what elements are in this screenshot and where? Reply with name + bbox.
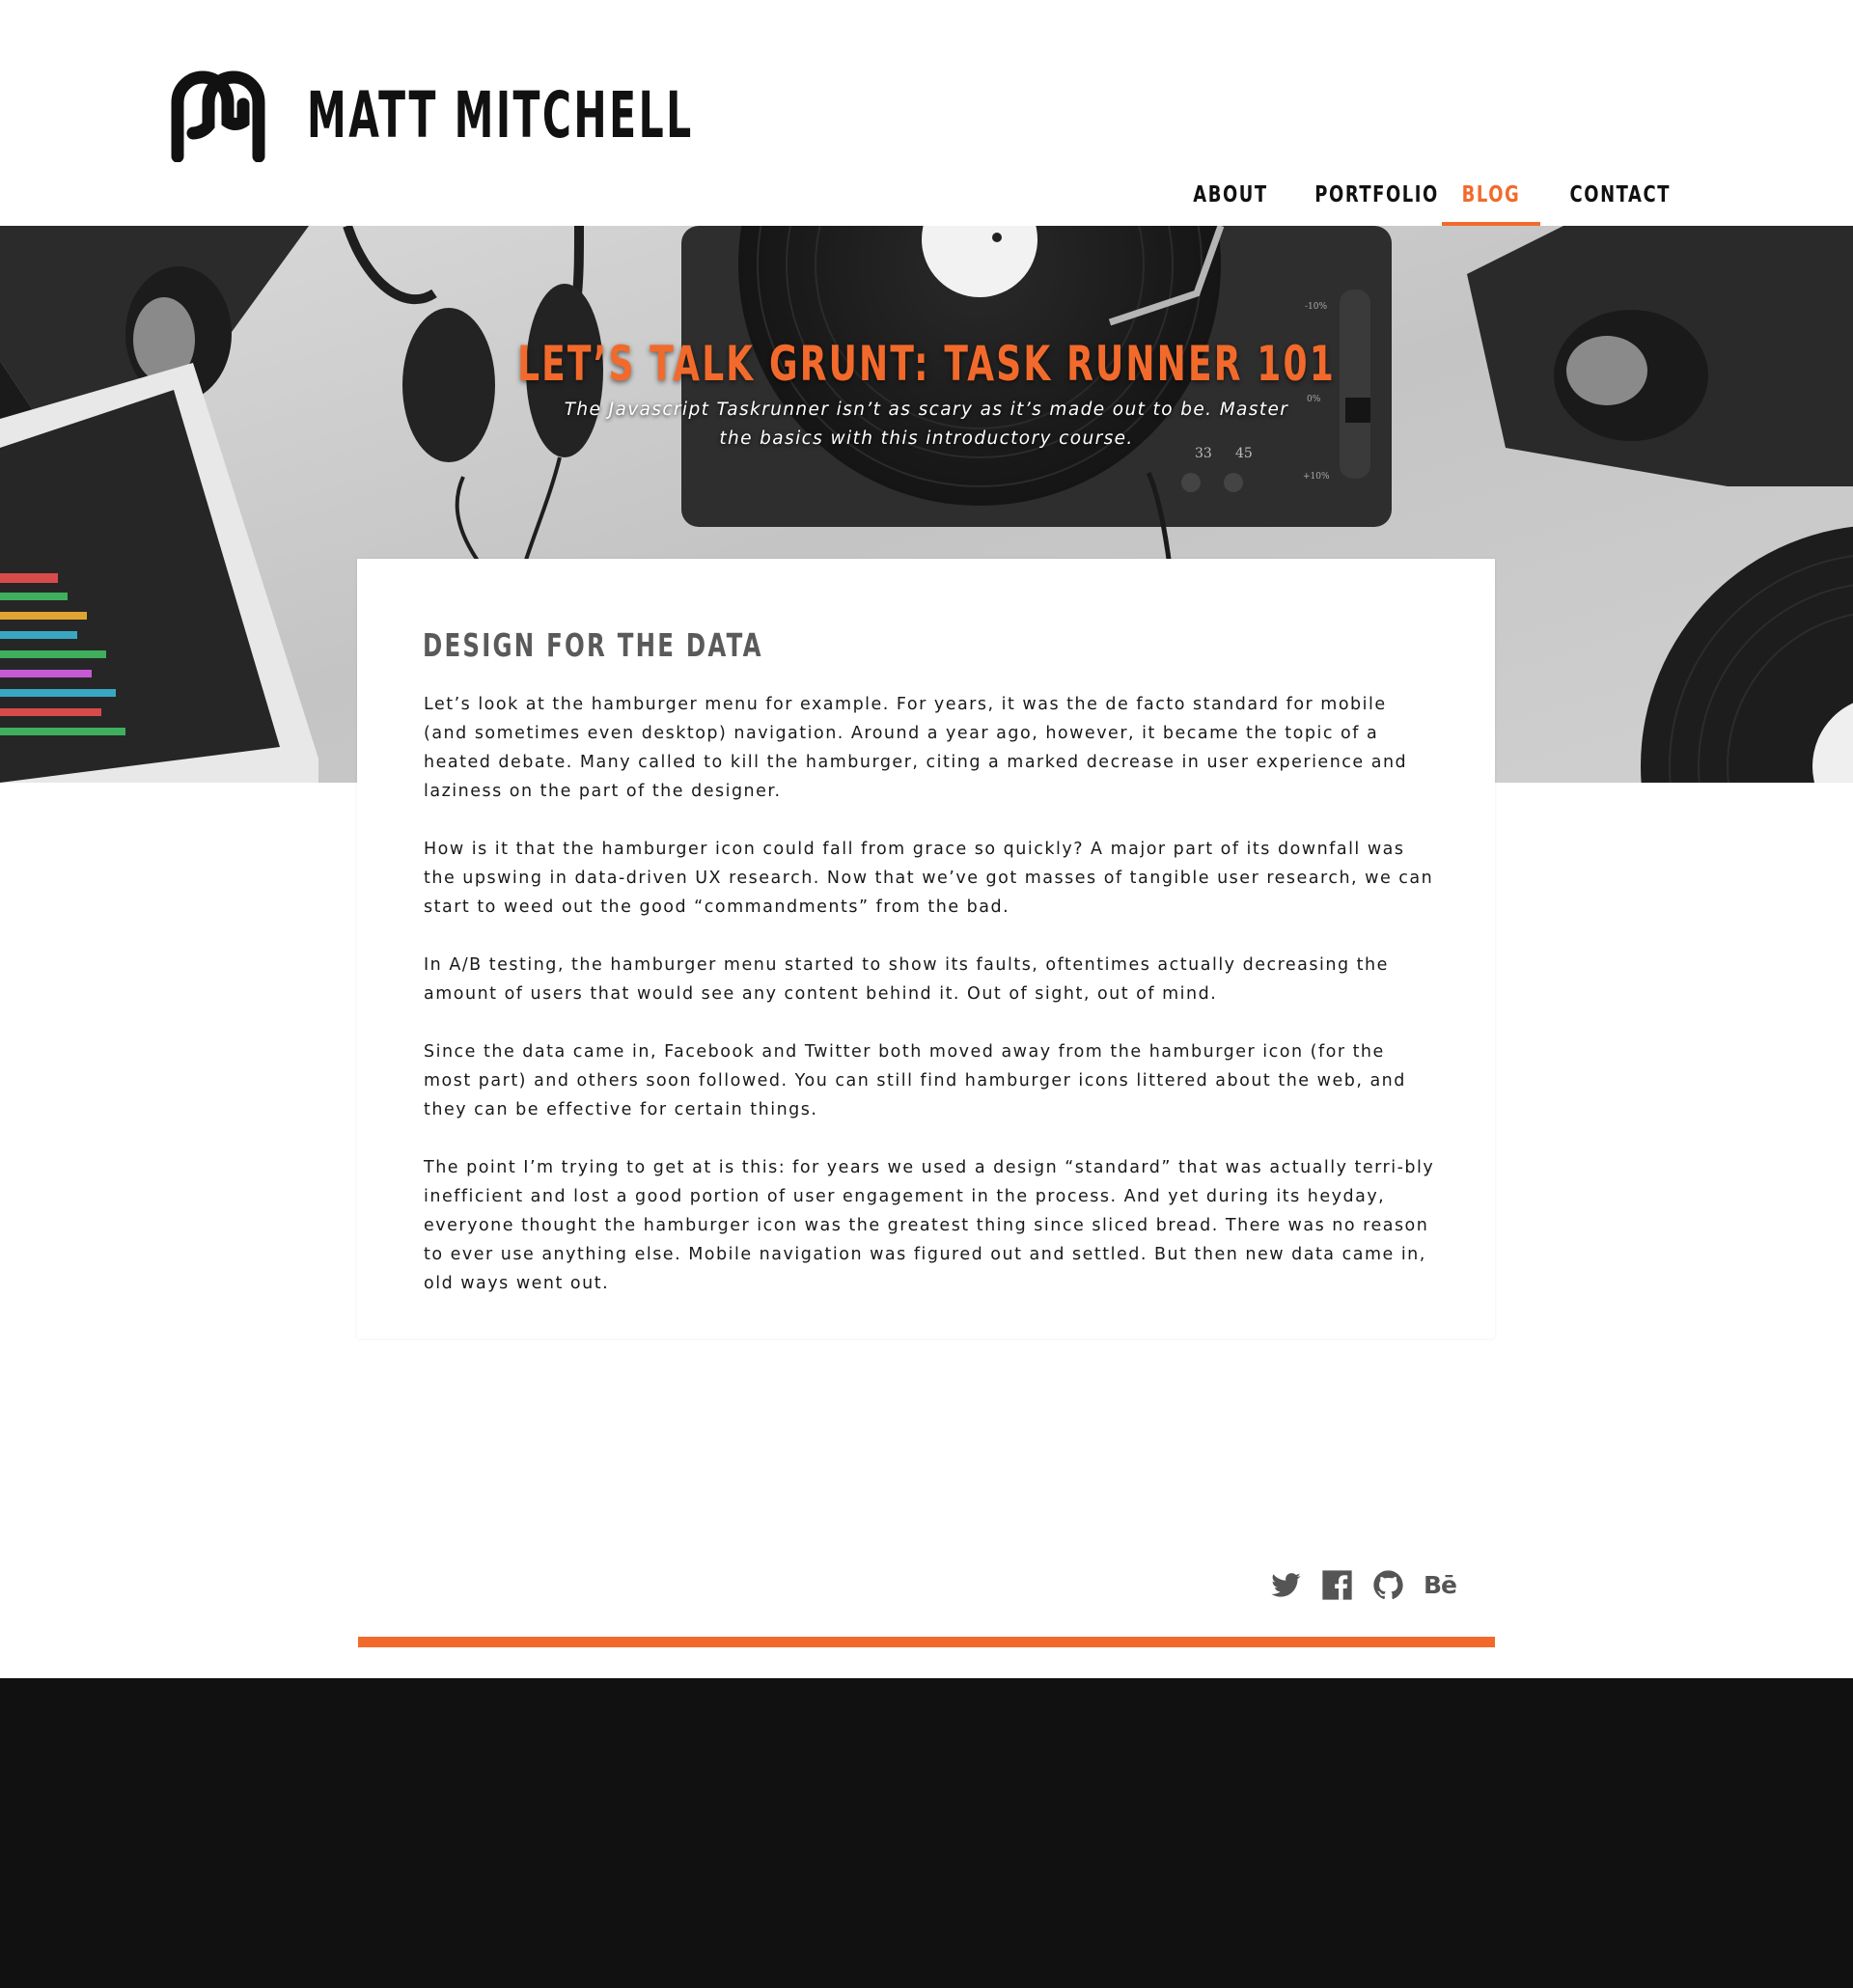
site-footer [0, 1678, 1853, 1988]
article-paragraph: Since the data came in, Facebook and Twi… [424, 1042, 1406, 1119]
accent-divider [358, 1637, 1495, 1647]
article-body: Let’s look at the hamburger menu for exa… [424, 690, 1437, 1327]
article-paragraph: In A/B testing, the hamburger menu start… [424, 955, 1389, 1004]
hero-subtitle: The Javascript Taskrunner isn’t as scary… [564, 400, 1289, 449]
article-paragraph: The point I’m trying to get at is this: … [424, 1158, 1435, 1293]
svg-text:+10%: +10% [1303, 472, 1330, 482]
github-icon[interactable] [1372, 1569, 1404, 1601]
behance-label: Bē [1424, 1571, 1457, 1599]
article-paragraph: Let’s look at the hamburger menu for exa… [424, 695, 1408, 801]
main-nav: ABOUT PORTFOLIO BLOG CONTACT [0, 170, 1853, 226]
facebook-icon[interactable] [1321, 1569, 1353, 1601]
article-paragraph: How is it that the hamburger icon could … [424, 840, 1434, 917]
hero-title: LET’S TALK GRUNT: TASK RUNNER 101 [517, 336, 1336, 392]
social-links: Bē [1270, 1569, 1457, 1608]
site-header: MATT MITCHELL ABOUT PORTFOLIO BLOG CONTA… [0, 0, 1853, 226]
logo-icon[interactable] [166, 66, 270, 162]
brand-name[interactable]: MATT MITCHELL [307, 77, 694, 154]
nav-item-portfolio[interactable]: PORTFOLIO [1314, 170, 1437, 226]
nav-item-blog[interactable]: BLOG [1452, 170, 1530, 226]
behance-icon[interactable]: Bē [1424, 1569, 1457, 1601]
article-heading: DESIGN FOR THE DATA [423, 626, 763, 664]
svg-text:0%: 0% [1307, 395, 1321, 404]
article-card: DESIGN FOR THE DATA Let’s look at the ha… [357, 559, 1495, 1339]
nav-item-contact[interactable]: CONTACT [1570, 170, 1670, 226]
svg-text:-10%: -10% [1305, 302, 1327, 312]
nav-item-about[interactable]: ABOUT [1192, 170, 1269, 226]
twitter-icon[interactable] [1270, 1569, 1302, 1601]
